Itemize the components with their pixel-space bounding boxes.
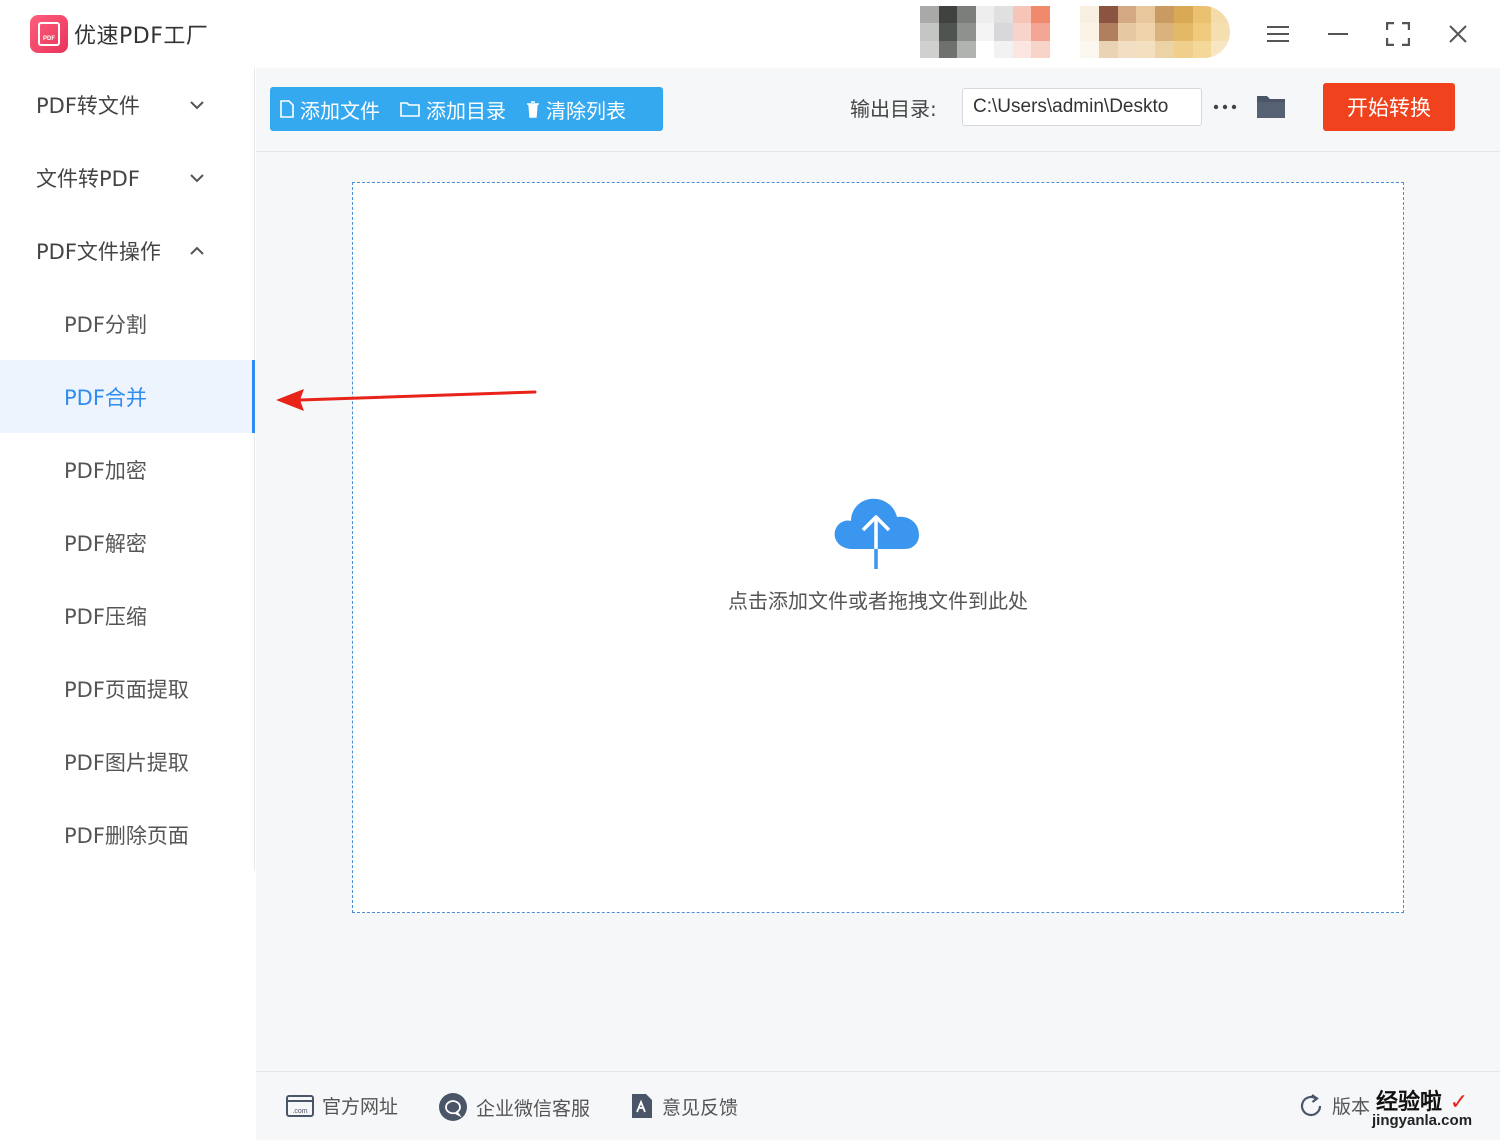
app-logo-icon: PDF bbox=[30, 15, 68, 53]
toolbar: 添加文件 添加目录 清除列表 输出目录: C:\Users\admin\Desk… bbox=[256, 68, 1500, 152]
sidebar-group-label: PDF转文件 bbox=[36, 93, 140, 118]
file-button-group: 添加文件 添加目录 清除列表 bbox=[270, 87, 663, 131]
add-directory-label: 添加目录 bbox=[426, 98, 506, 123]
clear-list-button[interactable]: 清除列表 bbox=[516, 87, 636, 131]
add-directory-button[interactable]: 添加目录 bbox=[390, 87, 516, 131]
menu-icon[interactable] bbox=[1258, 14, 1298, 54]
add-file-button[interactable]: 添加文件 bbox=[270, 87, 390, 131]
minimize-icon[interactable] bbox=[1318, 14, 1358, 54]
sidebar-item-label: PDF分割 bbox=[64, 312, 147, 337]
watermark-url: jingyanla.com bbox=[1372, 1112, 1473, 1129]
more-options-icon[interactable] bbox=[1212, 92, 1238, 122]
website-icon: .com bbox=[286, 1094, 314, 1117]
chevron-up-icon bbox=[190, 246, 204, 255]
official-website-link[interactable]: .com 官方网址 bbox=[286, 1092, 398, 1119]
app-logo-text: PDF bbox=[43, 36, 55, 42]
sidebar-item-pdf-page-extract[interactable]: PDF页面提取 bbox=[0, 652, 254, 725]
version-check-link[interactable]: 版本 bbox=[1298, 1092, 1370, 1119]
sidebar-item-label: PDF合并 bbox=[64, 385, 147, 410]
chat-icon bbox=[439, 1093, 467, 1121]
drop-zone-hint: 点击添加文件或者拖拽文件到此处 bbox=[728, 589, 1028, 613]
sidebar-item-label: PDF压缩 bbox=[64, 604, 147, 629]
start-convert-button[interactable]: 开始转换 bbox=[1323, 83, 1455, 131]
output-dir-field[interactable]: C:\Users\admin\Deskto bbox=[962, 88, 1202, 126]
sidebar-item-pdf-encrypt[interactable]: PDF加密 bbox=[0, 433, 254, 506]
sidebar-item-label: PDF页面提取 bbox=[64, 677, 189, 702]
sidebar-item-pdf-decrypt[interactable]: PDF解密 bbox=[0, 506, 254, 579]
sidebar-group-pdf-to-file[interactable]: PDF转文件 bbox=[0, 68, 254, 141]
footer-bar: .com 官方网址 企业微信客服 意见反馈 版本 bbox=[256, 1071, 1500, 1140]
svg-text:.com: .com bbox=[292, 1108, 307, 1115]
file-drop-zone[interactable]: 点击添加文件或者拖拽文件到此处 bbox=[352, 182, 1404, 913]
cloud-upload-icon bbox=[834, 498, 919, 569]
blurred-avatar bbox=[1080, 6, 1230, 58]
feedback-icon bbox=[632, 1094, 652, 1118]
feedback-link[interactable]: 意见反馈 bbox=[630, 1092, 738, 1120]
sidebar-item-label: PDF删除页面 bbox=[64, 823, 189, 848]
add-file-label: 添加文件 bbox=[300, 98, 380, 123]
sidebar-item-pdf-split[interactable]: PDF分割 bbox=[0, 287, 254, 360]
close-icon[interactable] bbox=[1438, 14, 1478, 54]
wechat-support-label: 企业微信客服 bbox=[476, 1097, 591, 1120]
clear-list-label: 清除列表 bbox=[546, 98, 626, 123]
watermark: 经验啦 ✓ jingyanla.com bbox=[1372, 1084, 1472, 1129]
trash-icon bbox=[527, 101, 539, 118]
sidebar-group-file-to-pdf[interactable]: 文件转PDF bbox=[0, 141, 254, 214]
refresh-icon bbox=[1300, 1093, 1322, 1116]
app-title: 优速PDF工厂 bbox=[74, 24, 209, 49]
sidebar: PDF转文件 文件转PDF PDF文件操作 PDF分割 PDF合并 PDF加密 … bbox=[0, 68, 255, 871]
sidebar-group-label: PDF文件操作 bbox=[36, 239, 161, 264]
title-bar: PDF 优速PDF工厂 bbox=[0, 0, 1500, 68]
sidebar-item-label: PDF图片提取 bbox=[64, 750, 189, 775]
file-icon bbox=[280, 100, 294, 118]
sidebar-group-label: 文件转PDF bbox=[36, 166, 140, 191]
sidebar-item-label: PDF解密 bbox=[64, 531, 147, 556]
chevron-down-icon bbox=[190, 101, 204, 110]
main-panel: 添加文件 添加目录 清除列表 输出目录: C:\Users\admin\Desk… bbox=[256, 68, 1500, 1071]
annotation-arrow-icon bbox=[276, 389, 537, 411]
sidebar-group-pdf-operations[interactable]: PDF文件操作 bbox=[0, 214, 254, 287]
chevron-down-icon bbox=[190, 174, 204, 183]
wechat-support-link[interactable]: 企业微信客服 bbox=[438, 1092, 590, 1122]
official-website-label: 官方网址 bbox=[322, 1096, 399, 1118]
sidebar-item-pdf-image-extract[interactable]: PDF图片提取 bbox=[0, 725, 254, 798]
output-dir-label: 输出目录: bbox=[850, 97, 937, 121]
blurred-user-info bbox=[920, 6, 1050, 58]
sidebar-item-label: PDF加密 bbox=[64, 458, 147, 483]
sidebar-item-pdf-delete-page[interactable]: PDF删除页面 bbox=[0, 798, 254, 871]
sidebar-item-pdf-compress[interactable]: PDF压缩 bbox=[0, 579, 254, 652]
folder-icon bbox=[400, 102, 420, 117]
sidebar-item-pdf-merge[interactable]: PDF合并 bbox=[0, 360, 255, 433]
open-folder-icon[interactable] bbox=[1256, 92, 1286, 120]
feedback-label: 意见反馈 bbox=[662, 1096, 739, 1119]
maximize-icon[interactable] bbox=[1378, 14, 1418, 54]
version-label: 版本 bbox=[1332, 1096, 1371, 1118]
